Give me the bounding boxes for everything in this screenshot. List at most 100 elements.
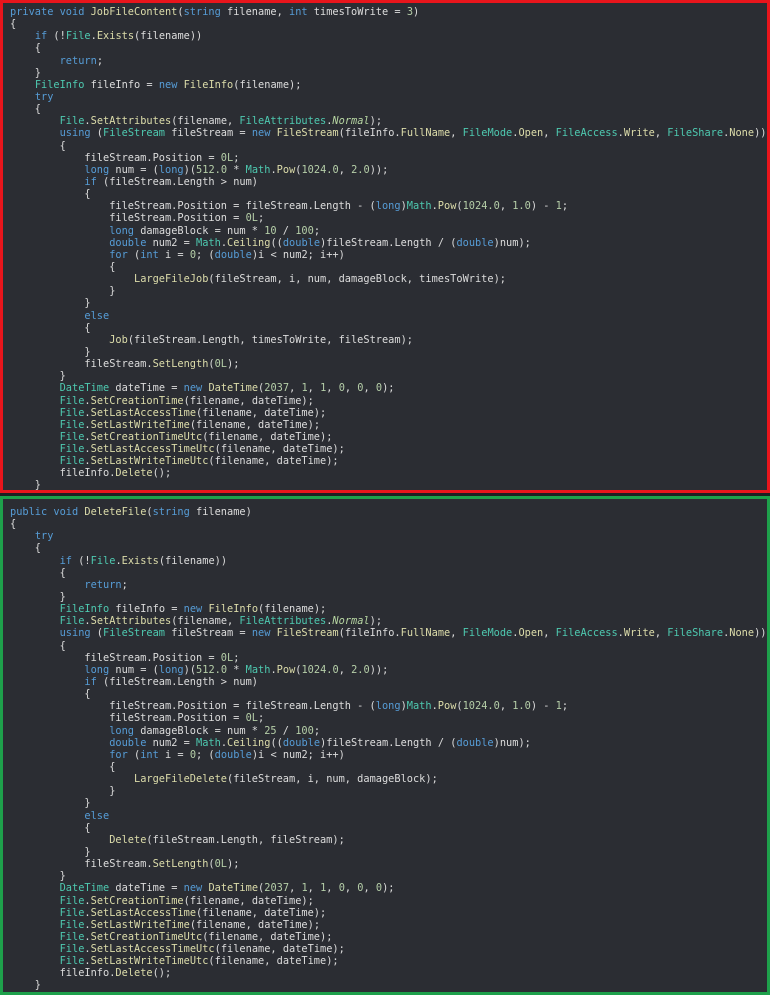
code-token: num = (	[109, 163, 159, 176]
code-token: 0L	[245, 712, 258, 725]
code-token: (!	[72, 554, 91, 567]
code-token: else	[84, 309, 110, 322]
code-token: DateTime	[59, 882, 110, 895]
code-token: 2.0	[351, 163, 370, 176]
code-token: ((	[270, 236, 283, 249]
code-token: SetCreationTimeUtc	[90, 430, 203, 443]
code-line: LargeFileDelete(fileStream, i, num, dama…	[10, 773, 767, 785]
code-token: double	[282, 736, 321, 749]
code-token: SetLastAccessTimeUtc	[90, 943, 215, 956]
code-token: Normal	[332, 115, 370, 128]
code-token: (!	[47, 30, 66, 43]
code-token: int	[140, 248, 159, 261]
code-line: {	[10, 322, 767, 334]
code-line: if (fileStream.Length > num)	[10, 676, 767, 688]
code-token: *	[227, 663, 246, 676]
code-token: );	[382, 882, 395, 895]
code-token: File	[65, 30, 91, 43]
code-token: );	[382, 382, 395, 395]
code-line: private void JobFileContent(string filen…	[10, 6, 767, 18]
code-token: (filename, dateTime);	[208, 455, 339, 468]
code-token: {	[10, 688, 91, 701]
code-line: {	[10, 518, 767, 530]
code-token: ,	[344, 882, 358, 895]
code-token: FileMode	[462, 627, 513, 640]
code-token: long	[158, 163, 184, 176]
code-token: }	[10, 370, 66, 383]
code-token: fileInfo =	[84, 78, 159, 91]
code-line: try	[10, 91, 767, 103]
code-token: (filename, dateTime);	[208, 955, 339, 968]
code-token: {	[10, 518, 17, 531]
code-token: try	[34, 90, 54, 103]
code-line: }	[10, 285, 767, 297]
code-token: 100	[295, 724, 314, 737]
code-token: FileAttributes	[239, 115, 327, 128]
code-line: else	[10, 810, 767, 822]
code-token: ,	[499, 700, 513, 713]
code-token: {	[10, 188, 91, 201]
code-line: File.SetLastWriteTime(filename, dateTime…	[10, 419, 767, 431]
code-token: {	[10, 42, 41, 55]
code-line: }	[10, 67, 767, 79]
code-token: Delete	[109, 833, 147, 846]
code-token: 0L	[220, 651, 234, 664]
code-editor[interactable]: private void JobFileContent (string filen…	[10, 6, 767, 490]
code-line: File.SetLastWriteTimeUtc(filename, dateT…	[10, 955, 767, 967]
code-editor[interactable]: public void DeleteFile(string filename){…	[10, 506, 767, 992]
code-token: }	[10, 870, 66, 883]
code-token: ,	[289, 382, 302, 395]
code-token: {	[10, 321, 91, 334]
code-token: SetLastWriteTimeUtc	[90, 455, 209, 468]
code-token: ; (	[196, 748, 215, 761]
code-token: ,	[338, 663, 352, 676]
code-line: long num = (long)(512.0 * Math.Pow(1024.…	[10, 664, 767, 676]
code-token: File	[59, 455, 85, 468]
code-token: fileStream =	[165, 127, 252, 140]
code-token: fileStream.Position =	[10, 712, 246, 725]
code-token: string	[183, 6, 221, 18]
code-token: )i < num2; i++)	[251, 248, 345, 261]
code-token: ,	[654, 627, 668, 640]
code-line: File.SetCreationTimeUtc(filename, dateTi…	[10, 431, 767, 443]
code-line: File.SetLastAccessTime(filename, dateTim…	[10, 907, 767, 919]
code-token: File	[59, 443, 85, 456]
code-token: *	[227, 163, 246, 176]
code-token: return	[84, 578, 122, 591]
code-token: else	[84, 809, 110, 822]
code-line: else	[10, 310, 767, 322]
code-token: string	[152, 506, 190, 518]
code-token: i =	[158, 248, 190, 261]
code-token: fileStream =	[165, 627, 252, 640]
code-token: dateTime =	[109, 382, 184, 395]
code-token: ;	[233, 651, 240, 664]
code-token: (fileStream, i, num, damageBlock, timesT…	[208, 273, 506, 286]
code-token: File	[59, 894, 85, 907]
code-token: DeleteFile	[84, 506, 147, 518]
code-line: fileStream.Position = 0L;	[10, 712, 767, 724]
code-token: Pow	[437, 200, 457, 213]
code-token: fileStream.Position =	[10, 651, 221, 664]
code-token: (fileInfo.	[338, 127, 401, 140]
code-token: }	[10, 590, 66, 603]
code-token: 512.0	[196, 663, 228, 676]
code-token: DateTime	[208, 382, 259, 395]
code-token: SetLastAccessTime	[90, 906, 197, 919]
code-token: (fileStream.Length > num)	[96, 175, 258, 188]
code-token: File	[59, 918, 85, 931]
code-line: for (int i = 0; (double)i < num2; i++)	[10, 249, 767, 261]
code-token: ();	[152, 467, 172, 480]
code-token: (filename,	[171, 115, 240, 128]
code-token: (fileStream.Length, timesToWrite, fileSt…	[127, 333, 413, 346]
code-token: ;	[96, 54, 104, 67]
code-line: }	[10, 785, 767, 797]
